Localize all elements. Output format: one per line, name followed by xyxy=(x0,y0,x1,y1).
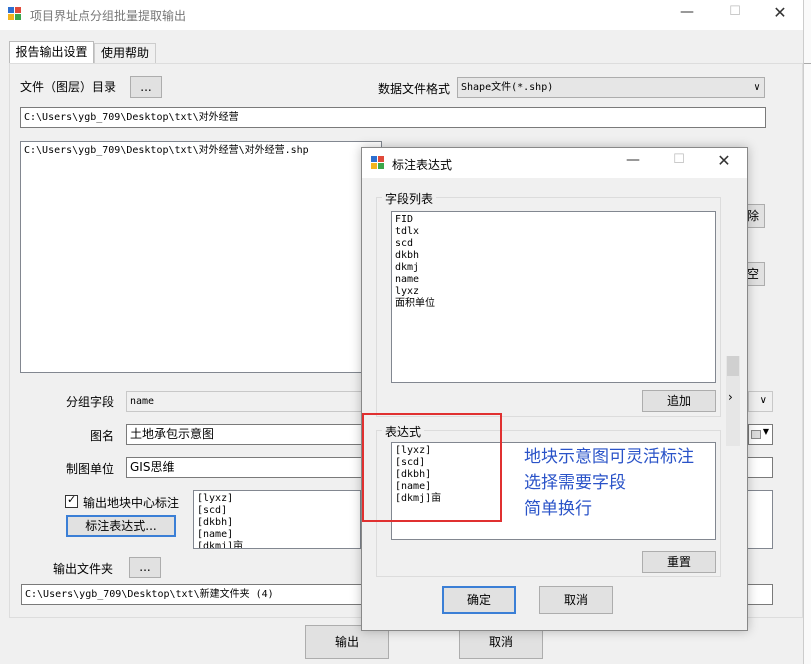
background-window-edge xyxy=(803,0,811,664)
close-icon[interactable]: ✕ xyxy=(765,3,795,25)
preview-line: [lyxz] xyxy=(197,493,234,504)
list-item[interactable]: lyxz xyxy=(395,286,712,298)
preview-line: [name] xyxy=(197,529,234,540)
map-name-style-picker[interactable]: ▼ xyxy=(748,424,773,445)
dialog-title: 标注表达式 xyxy=(392,158,453,172)
expression-dialog: 标注表达式 — ☐ ✕ 字段列表 FID tdlx scd dkbh dkmj … xyxy=(361,147,748,631)
browse-output-button[interactable]: ... xyxy=(129,557,161,578)
dialog-minimize-button[interactable]: — xyxy=(618,152,648,172)
dialog-titlebar: 标注表达式 — ☐ ✕ xyxy=(362,148,747,178)
preview-line: [dkmj]亩 xyxy=(197,541,244,549)
confirm-button[interactable]: 确定 xyxy=(442,586,516,614)
main-titlebar: 项目界址点分组批量提取输出 — ☐ ✕ xyxy=(0,0,803,30)
list-item[interactable]: dkbh xyxy=(395,250,712,262)
field-list-group-label: 字段列表 xyxy=(382,190,437,207)
caret-down-icon: ▼ xyxy=(762,427,769,436)
output-path-tail[interactable] xyxy=(748,584,773,605)
checkmark-icon: ✓ xyxy=(67,493,77,506)
add-button-label: 追加 xyxy=(666,394,691,408)
preview-line: [dkbh] xyxy=(197,517,234,528)
annotation-text: 地块示意图可灵活标注 选择需要字段 简单换行 xyxy=(524,444,724,522)
file-list[interactable]: C:\Users\ygb_709\Desktop\txt\对外经营\对外经营.s… xyxy=(20,141,382,373)
annotation-line: 地块示意图可灵活标注 xyxy=(524,447,694,467)
reset-button-label: 重置 xyxy=(666,555,691,569)
remove-label: 除 xyxy=(746,209,759,223)
scrollbar-thumb[interactable] xyxy=(727,356,739,376)
annotation-line: 简单换行 xyxy=(524,499,592,519)
center-label-text: 输出地块中心标注 xyxy=(83,496,180,510)
app-icon xyxy=(8,7,22,21)
unit-label: 制图单位 xyxy=(66,462,115,476)
clear-label: 空 xyxy=(746,267,759,281)
highlight-box xyxy=(362,413,502,522)
list-item[interactable]: name xyxy=(395,274,712,286)
dialog-cancel-label: 取消 xyxy=(563,593,588,607)
center-label-checkbox[interactable]: ✓ xyxy=(65,493,78,508)
output-path-input[interactable]: C:\Users\ygb_709\Desktop\txt\新建文件夹 (4) xyxy=(21,584,362,605)
chevron-right-icon[interactable]: › xyxy=(728,390,733,404)
map-name-label: 图名 xyxy=(90,429,115,443)
list-item[interactable]: 面积单位 xyxy=(395,298,712,310)
tab-report-settings[interactable]: 报告输出设置 xyxy=(9,41,94,63)
preview-line: [scd] xyxy=(197,505,228,516)
dialog-close-icon[interactable]: ✕ xyxy=(709,151,739,173)
dialog-app-icon xyxy=(371,156,385,170)
add-button[interactable]: 追加 xyxy=(642,390,716,412)
group-field-label: 分组字段 xyxy=(66,395,115,409)
format-value: Shape文件(*.shp) xyxy=(461,82,554,93)
unit-input[interactable]: GIS思维 xyxy=(126,457,362,478)
chevron-down-icon: ∨ xyxy=(759,395,767,406)
list-item[interactable]: dkmj xyxy=(395,262,712,274)
group-field-dropdown-tail[interactable]: ∨ xyxy=(748,391,773,412)
expression-preview[interactable]: [lyxz] [scd] [dkbh] [name] [dkmj]亩 xyxy=(193,490,361,549)
format-label: 数据文件格式 xyxy=(378,82,451,96)
expression-button-label: 标注表达式... xyxy=(85,519,157,533)
main-title: 项目界址点分组批量提取输出 xyxy=(30,9,187,23)
browse-dir-button[interactable]: ... xyxy=(130,76,162,98)
expression-preview-tail xyxy=(748,490,773,549)
minimize-button[interactable]: — xyxy=(672,4,702,24)
list-item[interactable]: scd xyxy=(395,238,712,250)
format-select[interactable]: Shape文件(*.shp) ∨ xyxy=(457,77,765,98)
main-cancel-label: 取消 xyxy=(488,635,513,649)
tab-label: 报告输出设置 xyxy=(15,45,88,59)
expression-button[interactable]: 标注表达式... xyxy=(66,515,176,537)
maximize-button[interactable]: ☐ xyxy=(720,4,750,24)
dialog-maximize-button[interactable]: ☐ xyxy=(664,152,694,172)
output-folder-label: 输出文件夹 xyxy=(53,562,114,576)
confirm-button-label: 确定 xyxy=(466,593,491,607)
list-item[interactable]: C:\Users\ygb_709\Desktop\txt\对外经营\对外经营.s… xyxy=(24,145,378,157)
dialog-cancel-button[interactable]: 取消 xyxy=(539,586,613,614)
output-button-label: 输出 xyxy=(334,635,359,649)
style-picker-icon xyxy=(751,430,761,439)
map-name-input[interactable]: 土地承包示意图 xyxy=(126,424,362,445)
unit-input-tail[interactable] xyxy=(748,457,773,478)
tab-label: 使用帮助 xyxy=(100,46,149,60)
dir-path-input[interactable]: C:\Users\ygb_709\Desktop\txt\对外经营 xyxy=(20,107,766,128)
dialog-scrollbar[interactable]: › xyxy=(726,356,740,446)
chevron-down-icon: ∨ xyxy=(753,82,760,93)
annotation-line: 选择需要字段 xyxy=(524,473,626,493)
field-list[interactable]: FID tdlx scd dkbh dkmj name lyxz 面积单位 xyxy=(391,211,716,383)
list-item[interactable]: FID xyxy=(395,214,712,226)
list-item[interactable]: tdlx xyxy=(395,226,712,238)
group-field-select[interactable]: name xyxy=(126,391,362,412)
reset-button[interactable]: 重置 xyxy=(642,551,716,573)
tab-help[interactable]: 使用帮助 xyxy=(94,43,156,63)
dir-label: 文件（图层）目录 xyxy=(20,80,117,94)
group-field-value: name xyxy=(130,396,155,407)
